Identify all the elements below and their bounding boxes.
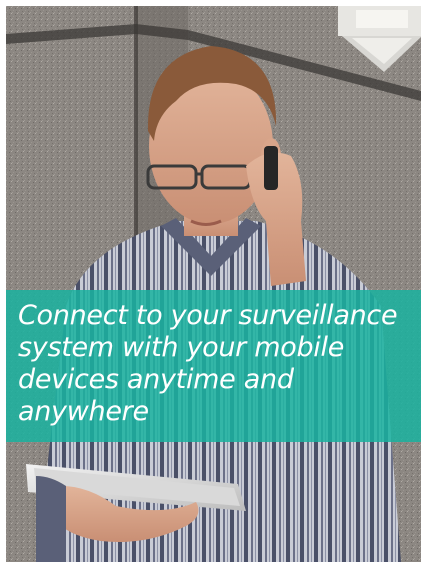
man-on-phone-with-tablet-image (6, 6, 421, 562)
promo-headline: Connect to your surveillance system with… (18, 300, 398, 427)
promo-card: Connect to your surveillance system with… (6, 6, 421, 562)
caption-band: Connect to your surveillance system with… (6, 290, 421, 442)
